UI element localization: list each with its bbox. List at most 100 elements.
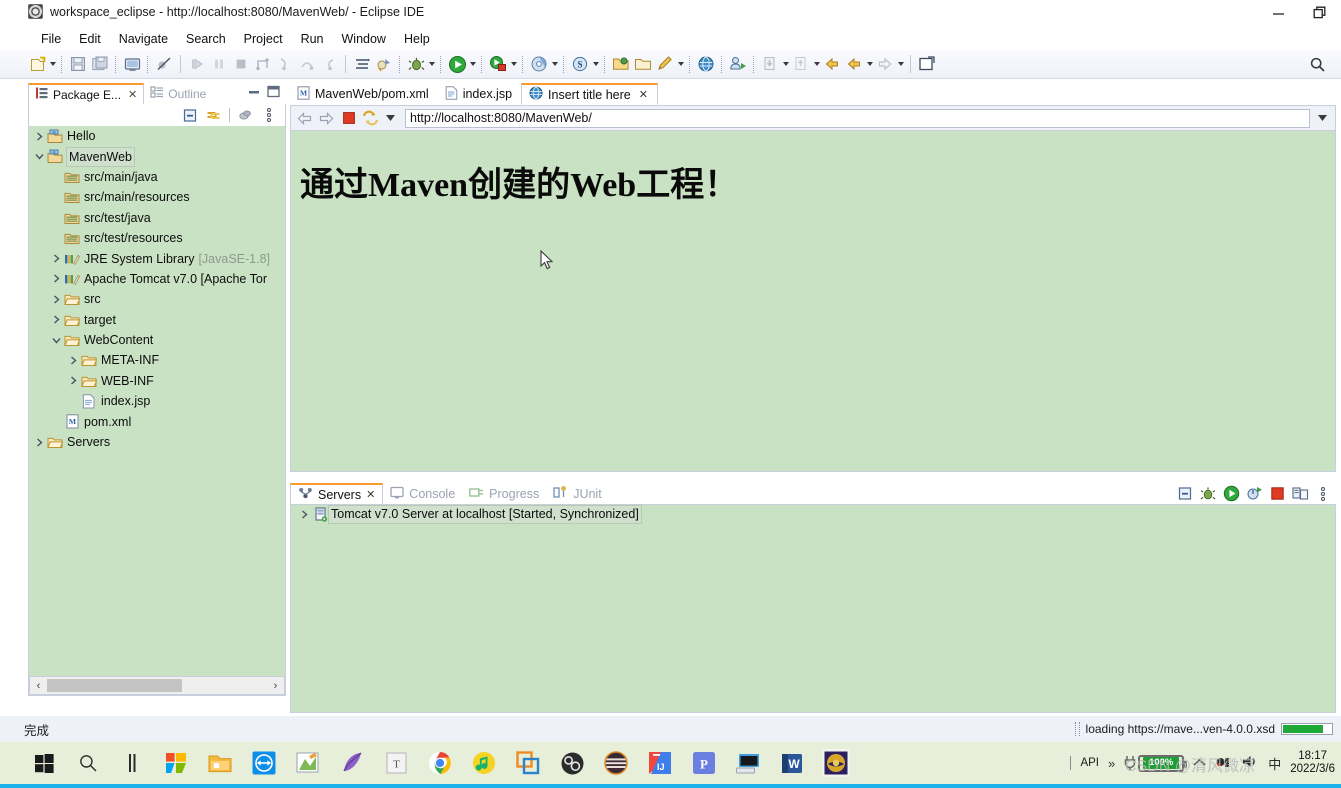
chevron-down-icon[interactable]: [50, 330, 63, 350]
tree-item-src-main-resources[interactable]: src/main/resources: [29, 187, 285, 207]
export-dropdown-icon[interactable]: [812, 53, 821, 76]
tab-servers[interactable]: Servers ✕: [290, 483, 384, 504]
microsoft-office-icon[interactable]: [162, 749, 190, 777]
skip-all-breakpoints-icon[interactable]: [153, 53, 175, 76]
edit-dropdown-icon[interactable]: [676, 53, 685, 76]
tree-item-jre-system-library[interactable]: JRE System Library [JavaSE-1.8]: [29, 248, 285, 268]
debug-icon[interactable]: [405, 53, 427, 76]
restore-button[interactable]: [1299, 0, 1341, 26]
ubuntu-icon[interactable]: [602, 749, 630, 777]
tab-insert-title-here[interactable]: Insert title here ✕: [521, 83, 658, 105]
suspend-icon[interactable]: [208, 53, 230, 76]
disconnect-icon[interactable]: [252, 53, 274, 76]
debug-dropdown-icon[interactable]: [427, 53, 436, 76]
tab-pom-xml[interactable]: M MavenWeb/pom.xml: [290, 83, 438, 105]
windows-start-icon[interactable]: [30, 749, 58, 777]
new-java-package-icon[interactable]: [351, 53, 373, 76]
print-preview-icon[interactable]: [121, 53, 143, 76]
external-tools-dropdown-icon[interactable]: [509, 53, 518, 76]
server-row[interactable]: Tomcat v7.0 Server at localhost [Started…: [291, 505, 1335, 524]
obs-studio-icon[interactable]: [558, 749, 586, 777]
tree-item-servers[interactable]: Servers: [29, 432, 285, 452]
teamviewer-icon[interactable]: [250, 749, 278, 777]
tree-horizontal-scrollbar[interactable]: ‹ ›: [29, 676, 285, 695]
link-with-editor-icon[interactable]: [204, 106, 223, 124]
forward-dropdown-icon[interactable]: [896, 53, 905, 76]
forward-arrow-icon[interactable]: [316, 108, 337, 129]
google-chrome-icon[interactable]: [426, 749, 454, 777]
publish-icon[interactable]: [1291, 485, 1309, 503]
forward-icon[interactable]: [874, 53, 896, 76]
menu-navigate[interactable]: Navigate: [110, 30, 177, 48]
view-menu-icon[interactable]: [1314, 485, 1332, 503]
tab-package-explorer[interactable]: Package E... ✕: [28, 83, 145, 104]
refresh-icon[interactable]: [360, 108, 381, 129]
scroll-thumb[interactable]: [47, 679, 182, 692]
close-icon[interactable]: ✕: [639, 88, 648, 101]
view-menu-icon[interactable]: [259, 106, 278, 124]
maximize-icon[interactable]: [267, 85, 280, 98]
tree-item-src-test-java[interactable]: src/test/java: [29, 208, 285, 228]
new-java-class-icon[interactable]: [373, 53, 395, 76]
chevron-up-overflow-icon[interactable]: »: [1108, 756, 1115, 771]
tree-item-web-inf[interactable]: WEB-INF: [29, 371, 285, 391]
focus-on-active-task-icon[interactable]: [236, 106, 255, 124]
menu-help[interactable]: Help: [395, 30, 439, 48]
menu-search[interactable]: Search: [177, 30, 235, 48]
collapse-all-icon[interactable]: [181, 106, 200, 124]
chevron-right-icon[interactable]: [50, 289, 63, 309]
toolbar-search-icon[interactable]: [1307, 54, 1327, 74]
minimize-icon[interactable]: [248, 86, 260, 98]
step-return-icon[interactable]: [318, 53, 340, 76]
chevron-up-icon[interactable]: [1193, 756, 1206, 770]
stop-icon[interactable]: [338, 108, 359, 129]
run-external-tools-icon[interactable]: [487, 53, 509, 76]
project-tree[interactable]: M Hello M MavenWeb src/main/java src/main/res…: [28, 126, 286, 696]
scroll-track[interactable]: [47, 677, 267, 694]
remote-desktop-icon[interactable]: [734, 749, 762, 777]
tree-item-webcontent[interactable]: WebContent: [29, 330, 285, 350]
run-dropdown-icon[interactable]: [468, 53, 477, 76]
back-arrow-icon[interactable]: [294, 108, 315, 129]
search-icon[interactable]: [74, 749, 102, 777]
url-input[interactable]: http://localhost:8080/MavenWeb/: [405, 108, 1310, 128]
scroll-right-icon[interactable]: ›: [267, 677, 284, 694]
start-server-icon[interactable]: [1222, 485, 1240, 503]
open-type-dropdown-icon[interactable]: [591, 53, 600, 76]
url-dropdown-icon[interactable]: [1314, 109, 1330, 128]
import-dropdown-icon[interactable]: [781, 53, 790, 76]
open-project-folder-icon[interactable]: [610, 53, 632, 76]
tree-item-apache-tomcat-v7-0-apache-tor[interactable]: Apache Tomcat v7.0 [Apache Tor: [29, 269, 285, 289]
menu-run[interactable]: Run: [292, 30, 333, 48]
tree-item-mavenweb[interactable]: M MavenWeb: [29, 146, 285, 167]
tree-item-src-main-java[interactable]: src/main/java: [29, 167, 285, 187]
import-icon[interactable]: [759, 53, 781, 76]
back-dropdown-icon[interactable]: [865, 53, 874, 76]
tab-outline[interactable]: Outline: [144, 83, 212, 104]
new-wizard-icon[interactable]: [26, 53, 48, 76]
microsoft-word-icon[interactable]: W: [778, 749, 806, 777]
collapse-all-icon[interactable]: [1176, 485, 1194, 503]
profile-server-icon[interactable]: [1245, 485, 1263, 503]
qq-music-icon[interactable]: [470, 749, 498, 777]
pycharm-icon[interactable]: P: [690, 749, 718, 777]
tree-item-index-jsp[interactable]: index.jsp: [29, 391, 285, 411]
close-icon[interactable]: ✕: [366, 488, 375, 501]
chevron-right-icon[interactable]: [50, 310, 63, 330]
chevron-down-icon[interactable]: [382, 109, 398, 128]
step-into-icon[interactable]: [274, 53, 296, 76]
terminate-icon[interactable]: [230, 53, 252, 76]
chevron-right-icon[interactable]: [297, 510, 312, 519]
ime-icon[interactable]: 中: [1268, 754, 1281, 773]
scroll-left-icon[interactable]: ‹: [30, 677, 47, 694]
menu-file[interactable]: File: [32, 30, 70, 48]
tab-index-jsp[interactable]: index.jsp: [438, 83, 521, 105]
run-icon[interactable]: [446, 53, 468, 76]
close-icon[interactable]: ✕: [128, 88, 137, 101]
menu-edit[interactable]: Edit: [70, 30, 110, 48]
profile-icon[interactable]: [727, 53, 749, 76]
chevron-right-icon[interactable]: [33, 126, 46, 146]
chevron-right-icon[interactable]: [67, 371, 80, 391]
menu-project[interactable]: Project: [235, 30, 292, 48]
tree-item-target[interactable]: target: [29, 310, 285, 330]
